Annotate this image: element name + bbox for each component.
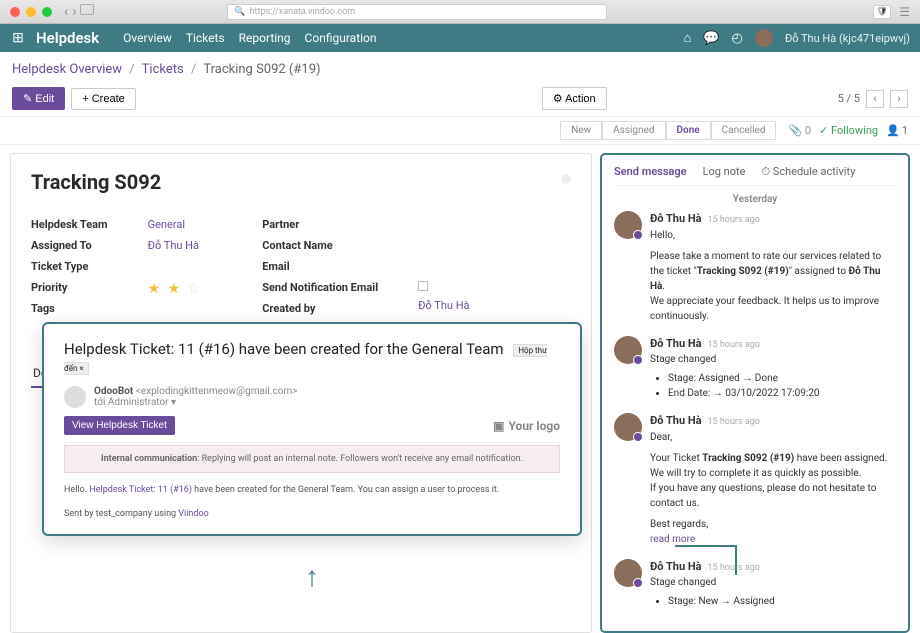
action-button[interactable]: ⚙ Action: [542, 87, 607, 110]
apps-icon[interactable]: ⊞: [10, 30, 26, 46]
bot-avatar-icon: [64, 386, 86, 408]
chat-icon[interactable]: 💬: [703, 31, 719, 46]
create-button[interactable]: + Create: [71, 88, 136, 110]
read-more-link[interactable]: read more: [650, 534, 695, 545]
avatar-icon: [614, 559, 642, 587]
menu-configuration[interactable]: Configuration: [305, 31, 377, 45]
message-item: Đỗ Thu Hà15 hours ago Dear, Your Ticket …: [614, 413, 896, 547]
breadcrumb: Helpdesk Overview / Tickets / Tracking S…: [12, 62, 321, 77]
logo-placeholder: ▣Your logo: [493, 419, 560, 433]
recipient[interactable]: tới Administrator ▾: [94, 397, 297, 408]
main-menu: Overview Tickets Reporting Configuration: [123, 31, 376, 45]
following-button[interactable]: ✓ Following: [819, 124, 878, 137]
email-popup: Helpdesk Ticket: 11 (#16) have been crea…: [42, 322, 582, 536]
day-separator: Yesterday: [614, 186, 896, 211]
msg-time: 15 hours ago: [708, 214, 760, 228]
ticket-title: Tracking S092: [31, 170, 571, 194]
kanban-state-icon[interactable]: [561, 174, 571, 184]
chatter-panel: Send message Log note Schedule activity …: [600, 153, 910, 633]
stage-bar: New Assigned Done Cancelled: [560, 121, 776, 140]
browser-chrome: ‹ › 🔍 https://xanata.vindoo.com 🛡 ☰: [0, 0, 920, 24]
value-tags: [148, 305, 203, 318]
menu-tickets[interactable]: Tickets: [186, 31, 225, 45]
app-title: Helpdesk: [36, 29, 99, 47]
attachment-icon[interactable]: 📎 0: [788, 124, 811, 137]
menu-reporting[interactable]: Reporting: [239, 31, 291, 45]
nav-controls: ‹ ›: [64, 4, 94, 20]
schedule-activity-tab[interactable]: Schedule activity: [761, 165, 855, 179]
label-team: Helpdesk Team: [31, 218, 108, 231]
user-avatar[interactable]: [755, 29, 773, 47]
send-message-tab[interactable]: Send message: [614, 165, 687, 179]
minimize-window[interactable]: [26, 7, 36, 17]
label-assigned: Assigned To: [31, 239, 108, 252]
support-icon[interactable]: ⌂: [683, 30, 691, 46]
image-icon: ▣: [493, 419, 504, 433]
shield-icon[interactable]: 🛡: [873, 5, 891, 19]
annotation-arrow-icon: ↑: [305, 560, 319, 593]
log-note-tab[interactable]: Log note: [703, 165, 746, 179]
pager-next[interactable]: ›: [890, 90, 908, 108]
menu-overview[interactable]: Overview: [123, 31, 172, 45]
annotation-line: [735, 545, 737, 575]
stage-assigned[interactable]: Assigned: [602, 121, 665, 140]
value-created[interactable]: Đỗ Thu Hà: [418, 299, 469, 312]
maximize-window[interactable]: [42, 7, 52, 17]
pager: 5 / 5 ‹ ›: [838, 90, 908, 108]
message-item: Đỗ Thu Hà15 hours ago Stage changed Stag…: [614, 559, 896, 610]
close-window[interactable]: [10, 7, 20, 17]
stage-new[interactable]: New: [560, 121, 602, 140]
label-notify: Send Notification Email: [262, 281, 378, 294]
followers-count[interactable]: 👤 1: [886, 124, 908, 137]
label-created: Created by: [262, 302, 378, 315]
user-name[interactable]: Đỗ Thu Hà (kjc471eipwvj): [785, 32, 910, 45]
avatar-icon: [614, 211, 642, 239]
priority-stars[interactable]: ★ ★ ☆: [148, 281, 203, 297]
edit-button[interactable]: ✎ Edit: [12, 87, 65, 110]
menu-icon[interactable]: ☰: [899, 5, 910, 19]
value-assigned[interactable]: Đỗ Thu Hà: [148, 239, 203, 252]
window-controls: [10, 7, 52, 17]
back-icon[interactable]: ‹: [64, 4, 68, 20]
label-priority: Priority: [31, 281, 108, 294]
app-topbar: ⊞ Helpdesk Overview Tickets Reporting Co…: [0, 24, 920, 52]
forward-icon[interactable]: ›: [72, 4, 76, 20]
message-item: Đỗ Thu Hà15 hours ago Hello, Please take…: [614, 211, 896, 324]
pager-prev[interactable]: ‹: [866, 90, 884, 108]
ticket-link[interactable]: Helpdesk Ticket: 11 (#16): [89, 485, 192, 495]
label-email: Email: [262, 260, 378, 273]
message-item: Đỗ Thu Hà15 hours ago Stage changed Stag…: [614, 336, 896, 402]
avatar-icon: [614, 336, 642, 364]
crumb-current: Tracking S092 (#19): [203, 62, 320, 77]
stage-done[interactable]: Done: [666, 121, 711, 140]
crumb-overview[interactable]: Helpdesk Overview: [12, 62, 122, 77]
address-bar[interactable]: 🔍 https://xanata.vindoo.com: [227, 4, 607, 20]
notify-checkbox[interactable]: [418, 281, 428, 291]
internal-note-banner: Internal communication: Replying will po…: [64, 445, 560, 473]
popup-title: Helpdesk Ticket: 11 (#16) have been crea…: [64, 340, 560, 376]
value-type: [148, 260, 203, 273]
stage-cancelled[interactable]: Cancelled: [711, 121, 777, 140]
sidebar-icon[interactable]: [80, 4, 94, 15]
viindoo-link[interactable]: Viindoo: [178, 509, 208, 519]
label-partner: Partner: [262, 218, 378, 231]
label-type: Ticket Type: [31, 260, 108, 273]
msg-author[interactable]: Đỗ Thu Hà: [650, 211, 702, 228]
view-ticket-button[interactable]: View Helpdesk Ticket: [64, 416, 175, 435]
value-team[interactable]: General: [148, 218, 203, 231]
pager-text: 5 / 5: [838, 92, 860, 105]
label-tags: Tags: [31, 302, 108, 315]
sender-name: OdooBot: [94, 386, 133, 397]
activity-icon[interactable]: ◴: [731, 31, 742, 46]
crumb-tickets[interactable]: Tickets: [142, 62, 184, 77]
label-contact: Contact Name: [262, 239, 378, 252]
avatar-icon: [614, 413, 642, 441]
